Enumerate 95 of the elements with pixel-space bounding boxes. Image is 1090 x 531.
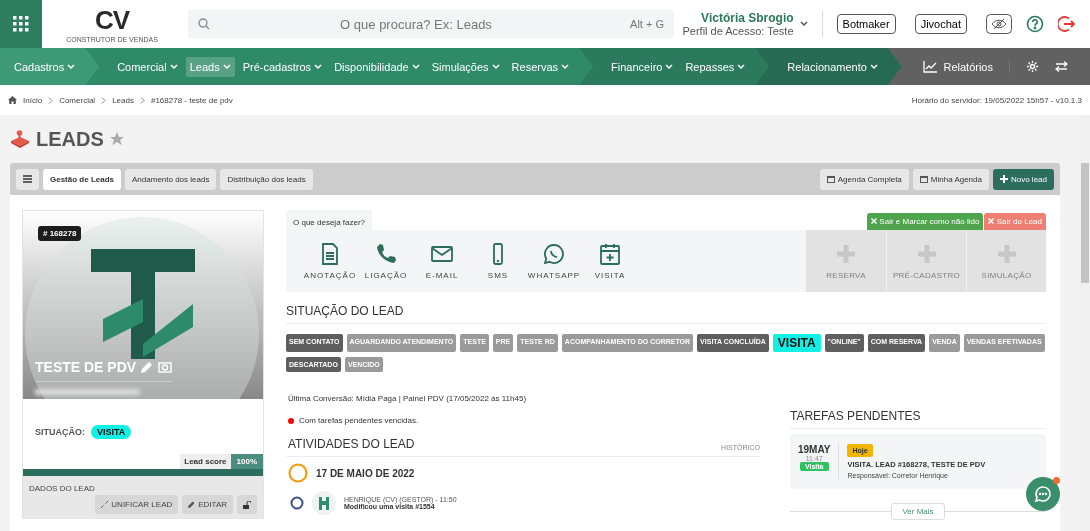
whatsapp-icon [542, 242, 566, 266]
lead-name: TESTE DE PDV [35, 359, 137, 375]
header-button[interactable]: Jivochat [914, 14, 967, 34]
lead-id-badge: # 168278 [38, 226, 82, 241]
menu-button[interactable] [16, 168, 39, 190]
user-name: Victória Sbrogio [700, 11, 794, 25]
toolbar-tab[interactable]: Andamento dos leads [125, 168, 217, 190]
server-time: Horário do servidor: 19/05/2022 15h57 - v10.1.3 [911, 95, 1082, 105]
reports-link[interactable]: Relatórios [923, 60, 1010, 73]
agenda-button[interactable]: Agenda Completa [819, 168, 909, 190]
apps-grid-icon[interactable] [0, 0, 42, 48]
caret-icon [737, 63, 746, 70]
settings-icon[interactable] [1026, 60, 1039, 73]
breadcrumb-link[interactable]: Leads [112, 95, 134, 105]
close-icon [871, 218, 878, 224]
new-lead-button[interactable]: Novo lead [992, 168, 1054, 190]
caret-icon [561, 63, 570, 70]
menu-item[interactable]: Repasses [681, 56, 750, 77]
see-more-button[interactable]: Ver Mais [891, 503, 945, 520]
menu-item[interactable]: Cadastros [10, 56, 80, 77]
section-title: ATIVIDADES DO LEAD [288, 437, 415, 451]
caret-icon [491, 63, 500, 70]
merge-lead-button[interactable]: UNIFICAR LEAD [95, 495, 179, 514]
shortcut-hint: Alt + G [630, 18, 664, 30]
action-button[interactable]: VISITA [582, 230, 638, 292]
unlock-button[interactable] [237, 495, 257, 514]
action-button[interactable]: ANOTAÇÃO [302, 230, 358, 292]
timeline-circle-icon [290, 496, 304, 510]
help-icon[interactable] [1026, 15, 1044, 33]
header-button[interactable]: Botmaker [836, 14, 896, 34]
last-conversion: Última Conversão: Mídia Paga | Painel PDV (17/05/2022 às 11h45) [287, 393, 528, 403]
activity-date: 17 DE MAIO DE 2022 [316, 467, 415, 479]
menu-item[interactable]: Relacionamento [783, 56, 882, 77]
score-label: Lead score [180, 454, 231, 469]
menu-icon [23, 175, 32, 183]
phone-icon [374, 242, 398, 266]
calendar-icon [919, 175, 928, 183]
access-profile: Perfil de Acesso: Teste [682, 25, 794, 37]
timeline-circle-icon [288, 463, 308, 483]
avatar-icon [312, 491, 336, 515]
close-icon [988, 218, 995, 224]
menu-item[interactable]: Simulações [427, 56, 504, 77]
agenda-button[interactable]: Minha Agenda [912, 168, 989, 190]
section-title: SITUAÇÃO DO LEAD [286, 292, 1046, 324]
pencil-icon [188, 501, 196, 508]
chat-bubble-icon [1034, 485, 1052, 503]
situation-tag: VISITA [91, 425, 132, 439]
caret-icon [169, 63, 178, 70]
menu-item[interactable]: Financeiro [607, 56, 678, 77]
caret-icon [411, 63, 420, 70]
page-title: LEADS [36, 127, 104, 151]
plus-icon [999, 175, 1008, 183]
task-date: 19MAY [798, 444, 831, 455]
caret-icon [67, 63, 76, 70]
section-title: TAREFAS PENDENTES [790, 386, 1046, 429]
calendar-plus-icon [598, 242, 622, 266]
situation-label: SITUAÇÃO: [35, 427, 85, 437]
caret-icon [665, 63, 674, 70]
alert-dot-icon [288, 417, 294, 424]
breadcrumb-link[interactable]: Início [23, 95, 43, 105]
overdue-notice: Com tarefas pendentes vencidas. [299, 416, 419, 425]
caret-icon [869, 63, 878, 70]
menu-item[interactable]: Comercial [113, 56, 182, 77]
unlock-icon [243, 500, 251, 509]
section-label: DADOS DO LEAD [29, 484, 95, 493]
chevron-icon [101, 96, 107, 104]
calendar-icon [826, 175, 835, 183]
toolbar-tab[interactable]: Gestão de Leads [43, 168, 122, 190]
menu-item[interactable]: Reservas [507, 56, 574, 77]
line-chart-icon [923, 60, 938, 73]
action-button[interactable]: LIGAÇÃO [358, 230, 414, 292]
action-button[interactable]: WHATSAPP [526, 230, 582, 292]
joystick-icon [10, 130, 30, 148]
status-tag[interactable]: VISITA [772, 334, 821, 352]
action-button[interactable]: SMS [470, 230, 526, 292]
caret-icon [314, 63, 323, 70]
menu-item[interactable]: Pré-cadastros [238, 56, 327, 77]
breadcrumb-link[interactable]: Comercial [59, 95, 96, 105]
plus-icon [834, 242, 858, 266]
chevron-icon [139, 96, 145, 104]
action-button[interactable]: E-MAIL [414, 230, 470, 292]
search-icon [198, 18, 210, 30]
swap-arrows-icon[interactable] [1055, 61, 1068, 72]
home-icon [8, 96, 17, 104]
score-value: 100% [230, 454, 263, 469]
toolbar-tab[interactable]: Distribuição dos leads [220, 168, 313, 190]
star-icon[interactable] [109, 132, 124, 146]
caret-icon [222, 63, 231, 70]
menu-item[interactable]: Disponibilidade [330, 56, 424, 77]
chevron-icon [48, 96, 54, 104]
logout-icon[interactable] [1058, 15, 1076, 33]
hidden-eye-icon[interactable] [986, 14, 1012, 34]
edit-button[interactable]: EDITAR [182, 495, 233, 514]
prompt-label: O que deseja fazer? [286, 210, 373, 230]
compress-arrows-icon [101, 501, 109, 508]
